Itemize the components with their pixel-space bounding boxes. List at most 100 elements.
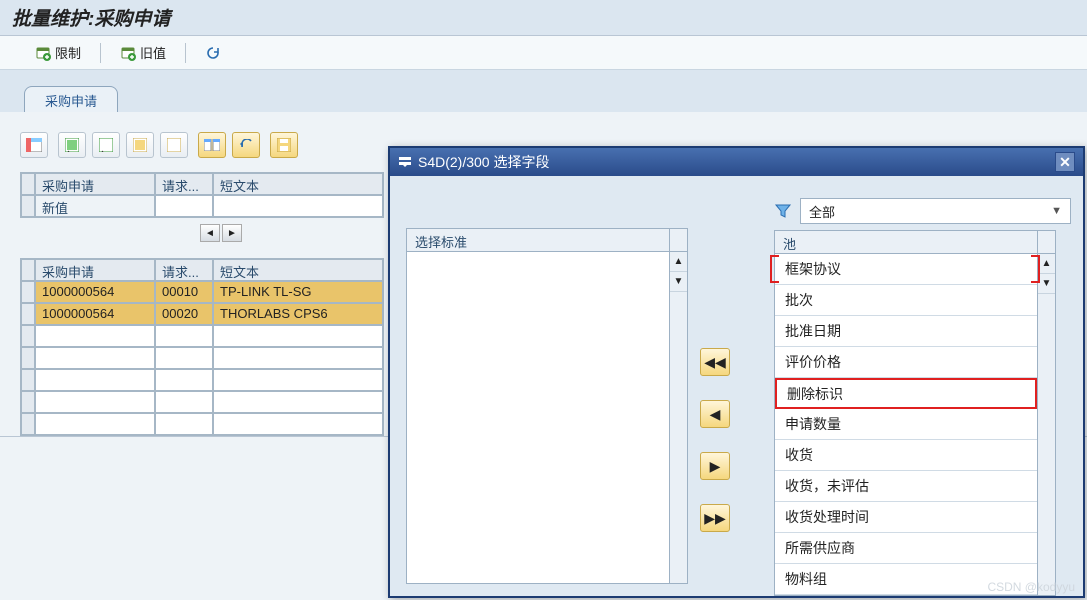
select-fields-dialog: S4D(2)/300 选择字段 ✕ 选择标准 ▲ ▼ ◀◀ ◀	[388, 146, 1085, 598]
col-purchase-req[interactable]: 采购申请	[35, 259, 155, 281]
table-row[interactable]	[21, 391, 383, 413]
select-block-button[interactable]	[126, 132, 154, 158]
cell-text	[213, 325, 383, 347]
dialog-titlebar[interactable]: S4D(2)/300 选择字段 ✕	[390, 148, 1083, 176]
col-short-text[interactable]: 短文本	[213, 173, 383, 195]
scroll-left-button[interactable]: ◄	[200, 224, 220, 242]
cell-text: THORLABS CPS6	[213, 303, 383, 325]
table-row[interactable]	[21, 325, 383, 347]
row-header[interactable]	[21, 413, 35, 435]
chevron-down-icon: ▼	[1051, 205, 1062, 217]
pool-item[interactable]: 批次	[775, 285, 1037, 316]
save-button[interactable]	[270, 132, 298, 158]
col-purchase-req[interactable]: 采购申请	[35, 173, 155, 195]
cell-pr	[35, 325, 155, 347]
criteria-header: 选择标准	[406, 228, 670, 252]
row-header[interactable]	[21, 325, 35, 347]
deselect-block-button[interactable]	[160, 132, 188, 158]
pool-item[interactable]: 评价价格	[775, 347, 1037, 378]
pool-panel: 全部 ▼ 池 框架协议批次批准日期评价价格删除标识申请数量收货收货，未评估收货处…	[774, 198, 1071, 584]
dialog-close-button[interactable]: ✕	[1055, 152, 1075, 172]
filter-dropdown[interactable]: 全部 ▼	[800, 198, 1071, 224]
row-header[interactable]	[21, 303, 35, 325]
close-icon: ✕	[1059, 154, 1071, 171]
watermark: CSDN @kodyyu	[987, 580, 1075, 594]
select-block-icon	[133, 138, 147, 152]
cell-text	[213, 347, 383, 369]
new-value-item[interactable]	[155, 195, 213, 217]
pool-item[interactable]: 收货，未评估	[775, 471, 1037, 502]
scroll-down-button[interactable]: ▼	[670, 272, 687, 292]
pool-scrollbar[interactable]: ▲ ▼	[1038, 254, 1056, 596]
tab-strip: 采购申请	[0, 70, 1087, 112]
refresh-button[interactable]	[198, 42, 228, 64]
grid-layout-icon	[26, 138, 42, 152]
deselect-all-button[interactable]	[92, 132, 120, 158]
new-value-text[interactable]	[213, 195, 383, 217]
cell-pr: 1000000564	[35, 303, 155, 325]
scroll-track[interactable]	[670, 292, 687, 583]
row-header[interactable]	[21, 195, 35, 217]
table-row[interactable]: 1000000564 00020 THORLABS CPS6	[21, 303, 383, 325]
main-toolbar: 限制 旧值	[0, 36, 1087, 70]
old-value-icon	[120, 45, 136, 61]
restrict-icon	[35, 45, 51, 61]
filter-icon[interactable]	[774, 202, 792, 220]
pool-item[interactable]: 收货	[775, 440, 1037, 471]
refresh-icon	[205, 45, 221, 61]
toolbar-separator	[185, 43, 186, 63]
cell-item	[155, 391, 213, 413]
row-header[interactable]	[21, 391, 35, 413]
toolbar-separator	[100, 43, 101, 63]
cell-text	[213, 413, 383, 435]
choose-fields-button[interactable]	[198, 132, 226, 158]
new-value-row-label: 新值	[35, 195, 155, 217]
table-row[interactable]: 1000000564 00010 TP-LINK TL-SG	[21, 281, 383, 303]
col-item[interactable]: 请求...	[155, 259, 213, 281]
criteria-list[interactable]	[406, 252, 670, 584]
page-title: 批量维护:采购申请	[0, 0, 1087, 36]
table-row[interactable]	[21, 413, 383, 435]
undo-button[interactable]	[232, 132, 260, 158]
dialog-title-icon	[398, 155, 412, 169]
row-header[interactable]	[21, 369, 35, 391]
cell-item: 00010	[155, 281, 213, 303]
double-right-icon: ▶▶	[704, 510, 726, 527]
select-all-button[interactable]	[58, 132, 86, 158]
scroll-up-button[interactable]: ▲	[1038, 254, 1055, 274]
tab-purchase-request[interactable]: 采购申请	[24, 86, 118, 112]
move-all-right-button[interactable]: ▶▶	[700, 504, 730, 532]
pool-item[interactable]: 所需供应商	[775, 533, 1037, 564]
move-all-left-button[interactable]: ◀◀	[700, 348, 730, 376]
pool-item[interactable]: 框架协议	[775, 254, 1037, 285]
pool-item[interactable]: 收货处理时间	[775, 502, 1037, 533]
transfer-buttons: ◀◀ ◀ ▶ ▶▶	[700, 198, 762, 584]
pool-item[interactable]: 批准日期	[775, 316, 1037, 347]
scroll-right-button[interactable]: ►	[222, 224, 242, 242]
pool-list-panel: 池 框架协议批次批准日期评价价格删除标识申请数量收货收货，未评估收货处理时间所需…	[774, 230, 1056, 596]
move-right-button[interactable]: ▶	[700, 452, 730, 480]
grid-corner[interactable]	[21, 259, 35, 281]
row-header[interactable]	[21, 347, 35, 369]
col-short-text[interactable]: 短文本	[213, 259, 383, 281]
old-value-button[interactable]: 旧值	[113, 40, 173, 65]
table-row[interactable]	[21, 369, 383, 391]
scroll-up-button[interactable]: ▲	[670, 252, 687, 272]
grid-layout-button[interactable]	[20, 132, 48, 158]
pool-list[interactable]: 框架协议批次批准日期评价价格删除标识申请数量收货收货，未评估收货处理时间所需供应…	[774, 254, 1038, 596]
cell-item	[155, 413, 213, 435]
scroll-track[interactable]	[1038, 294, 1055, 595]
dialog-body: 选择标准 ▲ ▼ ◀◀ ◀ ▶ ▶▶	[390, 176, 1083, 596]
cell-text	[213, 369, 383, 391]
scroll-down-button[interactable]: ▼	[1038, 274, 1055, 294]
cell-pr	[35, 369, 155, 391]
col-item[interactable]: 请求...	[155, 173, 213, 195]
row-header[interactable]	[21, 281, 35, 303]
undo-icon	[239, 139, 253, 151]
criteria-scrollbar[interactable]: ▲ ▼	[670, 252, 688, 584]
table-row[interactable]	[21, 347, 383, 369]
pool-item[interactable]: 申请数量	[775, 409, 1037, 440]
restrict-button[interactable]: 限制	[28, 40, 88, 65]
pool-item[interactable]: 删除标识	[775, 378, 1037, 409]
move-left-button[interactable]: ◀	[700, 400, 730, 428]
